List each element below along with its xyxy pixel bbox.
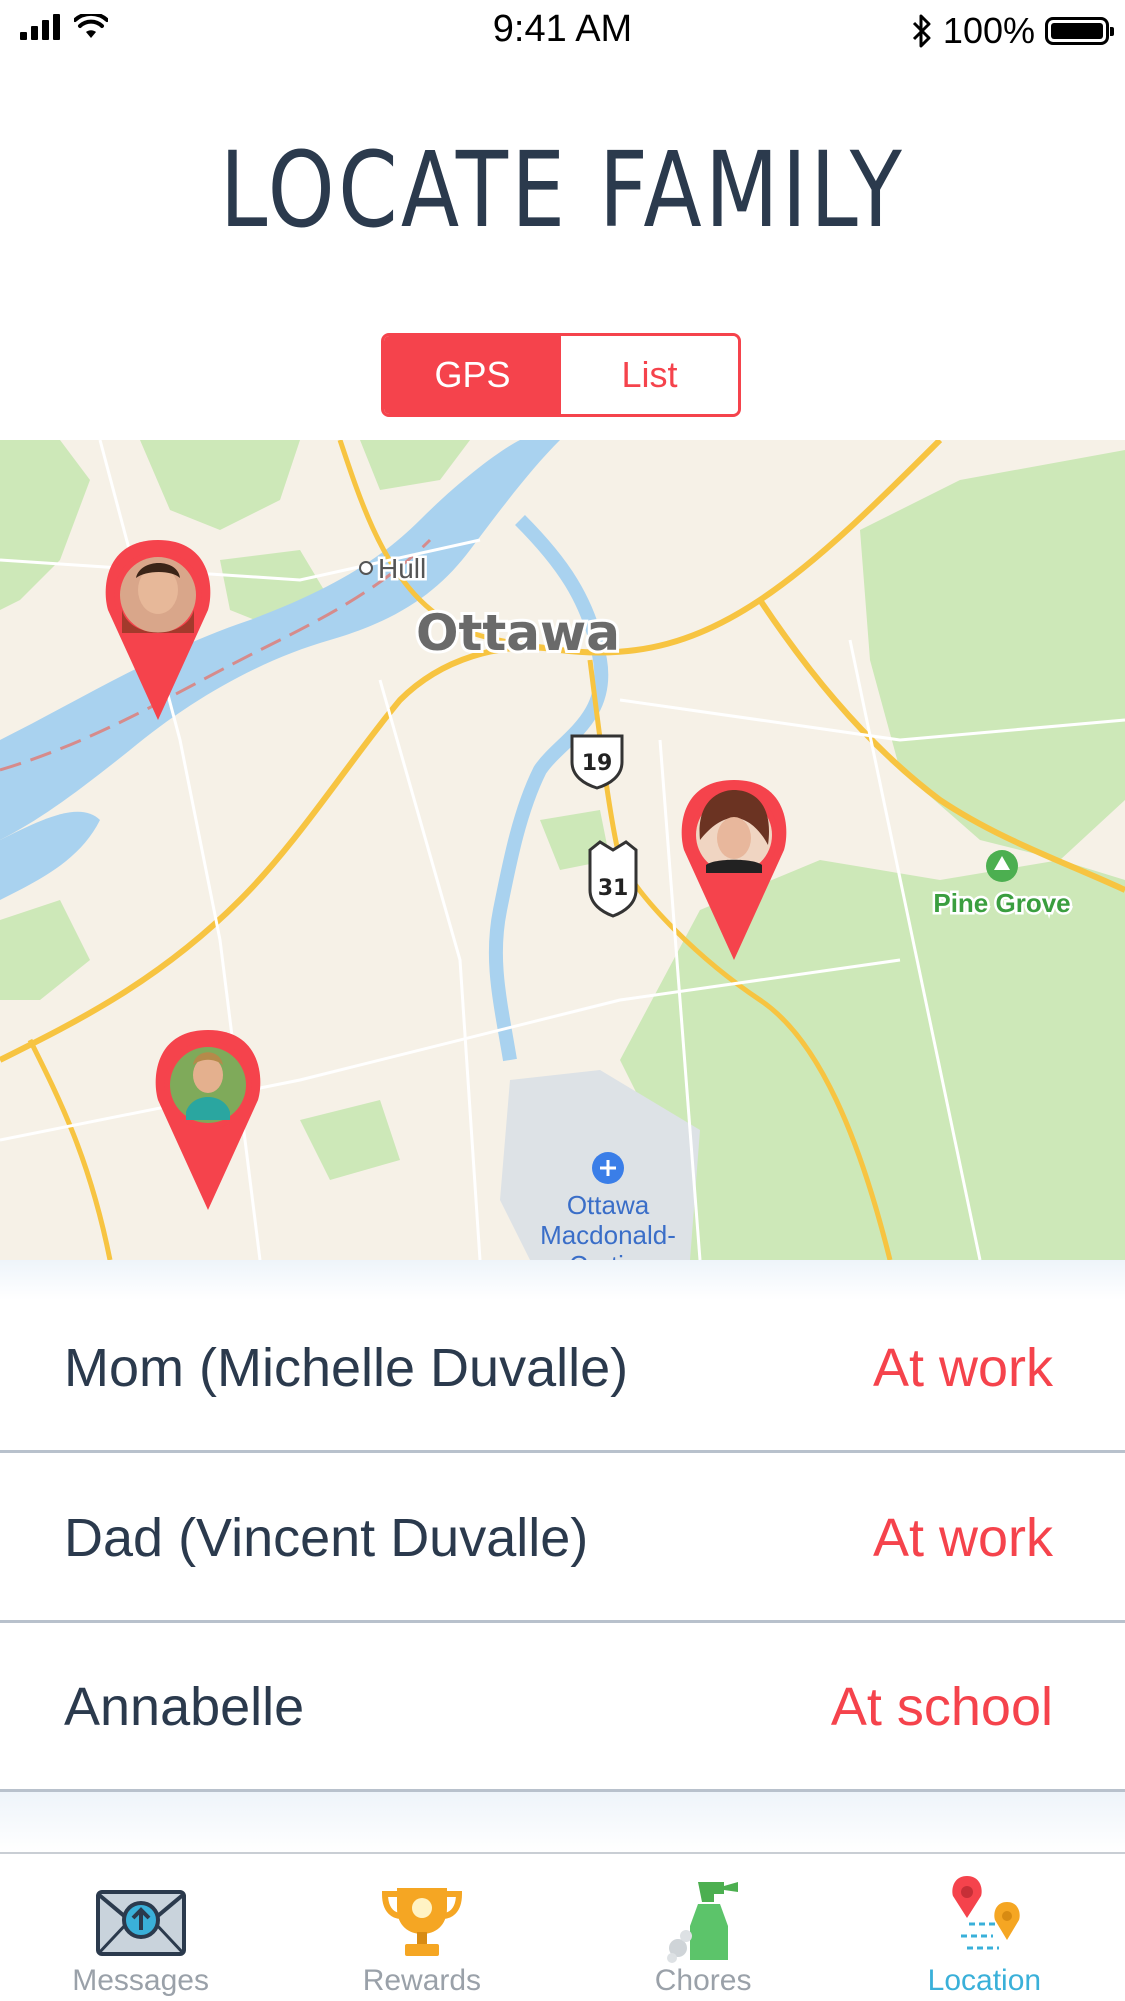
family-member-status: At work <box>872 1338 1053 1398</box>
tab-location[interactable]: Location <box>844 1854 1125 2001</box>
svg-text:Ottawa: Ottawa <box>567 1190 650 1220</box>
battery-percent: 100% <box>942 10 1035 51</box>
tab-messages[interactable]: Messages <box>0 1854 281 2001</box>
list-fade <box>0 1792 1125 1852</box>
family-row-dad[interactable]: Dad (Vincent Duvalle) At work <box>0 1453 1125 1623</box>
map-label-ottawa: Ottawa <box>416 604 620 662</box>
tab-label: Rewards <box>362 1964 482 1997</box>
family-map[interactable]: Hull Ottawa 19 31 Pine Grove Ottawa Macd… <box>0 440 1125 1260</box>
svg-text:Cartier: Cartier <box>569 1250 647 1260</box>
annabelle-location-pin[interactable] <box>155 1030 261 1210</box>
bluetooth-icon <box>912 14 931 48</box>
status-right: 100% <box>911 10 1114 52</box>
map-label-hull: Hull <box>378 553 426 584</box>
family-member-name: Mom (Michelle Duvalle) <box>64 1338 629 1398</box>
tab-chores[interactable]: Chores <box>563 1854 844 2001</box>
tab-rewards[interactable]: Rewards <box>281 1854 562 2001</box>
tab-bar: Messages Rewards Chores Location <box>0 1852 1125 2001</box>
svg-text:Macdonald-: Macdonald- <box>540 1220 676 1250</box>
svg-text:31: 31 <box>598 876 629 901</box>
list-tab[interactable]: List <box>561 336 738 414</box>
tab-label: Chores <box>654 1964 752 1997</box>
location-pins-icon <box>952 1876 1021 1950</box>
locate-family-screen: 9:41 AM 100% LOCATE FAMILY GPS List Hull… <box>0 0 1125 2001</box>
family-member-status: At work <box>872 1508 1053 1568</box>
gps-tab[interactable]: GPS <box>384 336 561 414</box>
battery-icon <box>1045 17 1114 45</box>
svg-text:19: 19 <box>582 751 613 776</box>
tab-label: Messages <box>72 1964 209 1997</box>
spray-bottle-icon <box>667 1882 739 1963</box>
trophy-icon <box>381 1888 462 1956</box>
family-row-annabelle[interactable]: Annabelle At school <box>0 1622 1125 1792</box>
family-member-name: Annabelle <box>64 1677 305 1737</box>
family-member-name: Dad (Vincent Duvalle) <box>64 1508 589 1568</box>
svg-text:Pine Grove: Pine Grove <box>933 888 1070 918</box>
envelope-upload-icon <box>95 1890 186 1956</box>
tab-label: Location <box>927 1964 1042 1997</box>
family-row-mom[interactable]: Mom (Michelle Duvalle) At work <box>0 1283 1125 1453</box>
view-toggle: GPS List <box>381 333 741 417</box>
highway-19-shield: 19 <box>570 734 624 790</box>
highway-31-shield: 31 <box>588 840 638 918</box>
family-member-status: At school <box>830 1677 1053 1737</box>
status-bar: 9:41 AM 100% <box>0 0 1125 60</box>
page-title: LOCATE FAMILY <box>219 129 906 251</box>
map-canvas: Hull Ottawa 19 31 Pine Grove Ottawa Macd… <box>0 440 1125 1260</box>
